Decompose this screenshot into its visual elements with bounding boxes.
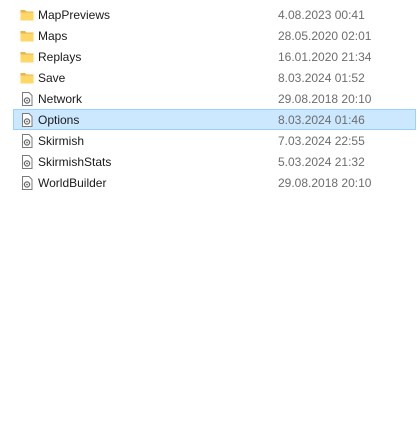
list-item[interactable]: Network 29.08.2018 20:10 <box>13 88 416 109</box>
file-list: MapPreviews 4.08.2023 00:41 Maps 28.05.2… <box>0 0 417 444</box>
item-date-modified: 7.03.2024 22:55 <box>278 134 365 148</box>
item-date-modified: 8.03.2024 01:46 <box>278 113 365 127</box>
list-item[interactable]: SkirmishStats 5.03.2024 21:32 <box>13 151 416 172</box>
item-name: Save <box>38 71 66 85</box>
item-date-modified: 16.01.2020 21:34 <box>278 50 372 64</box>
folder-icon <box>20 73 34 84</box>
item-date-modified: 8.03.2024 01:52 <box>278 71 365 85</box>
settings-file-icon <box>22 113 33 127</box>
settings-file-icon <box>22 176 33 190</box>
settings-file-icon <box>22 155 33 169</box>
item-name: Maps <box>38 29 68 43</box>
item-name: Replays <box>38 50 82 64</box>
item-name: Options <box>38 113 80 127</box>
item-date-modified: 29.08.2018 20:10 <box>278 176 372 190</box>
list-item[interactable]: Save 8.03.2024 01:52 <box>13 67 416 88</box>
list-item[interactable]: Replays 16.01.2020 21:34 <box>13 46 416 67</box>
item-date-modified: 4.08.2023 00:41 <box>278 8 365 22</box>
list-item[interactable]: WorldBuilder 29.08.2018 20:10 <box>13 172 416 193</box>
list-item[interactable]: Maps 28.05.2020 02:01 <box>13 25 416 46</box>
list-item[interactable]: Skirmish 7.03.2024 22:55 <box>13 130 416 151</box>
item-name: WorldBuilder <box>38 176 107 190</box>
item-name: MapPreviews <box>38 8 111 22</box>
item-name: Network <box>38 92 83 106</box>
list-item-selected[interactable]: Options 8.03.2024 01:46 <box>13 109 416 130</box>
folder-icon <box>20 10 34 21</box>
folder-icon <box>20 31 34 42</box>
item-date-modified: 29.08.2018 20:10 <box>278 92 372 106</box>
item-name: SkirmishStats <box>38 155 112 169</box>
item-date-modified: 5.03.2024 21:32 <box>278 155 365 169</box>
list-item[interactable]: MapPreviews 4.08.2023 00:41 <box>13 4 416 25</box>
folder-icon <box>20 52 34 63</box>
settings-file-icon <box>22 134 33 148</box>
item-name: Skirmish <box>38 134 85 148</box>
item-date-modified: 28.05.2020 02:01 <box>278 29 372 43</box>
settings-file-icon <box>22 92 33 106</box>
